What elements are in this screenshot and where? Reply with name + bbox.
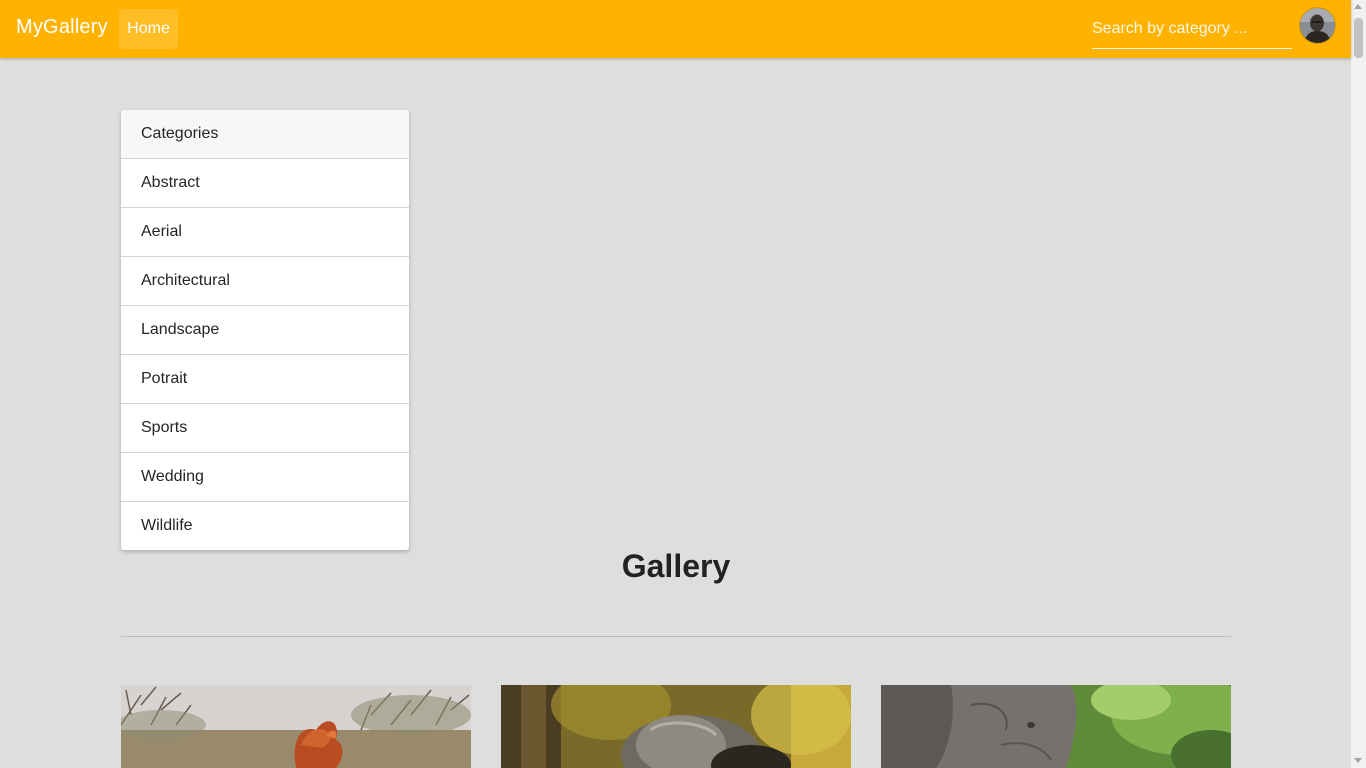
- scroll-down-icon[interactable]: [1354, 758, 1362, 763]
- gallery-photo-2[interactable]: [501, 685, 851, 768]
- elephant-photo-icon: [881, 685, 1231, 768]
- categories-list: Categories Abstract Aerial Architectural…: [121, 110, 409, 550]
- category-item-architectural[interactable]: Architectural: [121, 257, 409, 306]
- category-item-potrait[interactable]: Potrait: [121, 355, 409, 404]
- gallery-photo-1[interactable]: [121, 685, 471, 768]
- category-item-landscape[interactable]: Landscape: [121, 306, 409, 355]
- primate-photo-icon: [501, 685, 851, 768]
- gallery-photo-3[interactable]: [881, 685, 1231, 768]
- category-item-aerial[interactable]: Aerial: [121, 208, 409, 257]
- scroll-up-icon[interactable]: [1354, 4, 1362, 9]
- categories-header: Categories: [121, 110, 409, 159]
- scroll-thumb[interactable]: [1354, 18, 1363, 58]
- top-navbar: MyGallery Home: [0, 0, 1351, 58]
- brand-logo[interactable]: MyGallery: [16, 16, 108, 39]
- search-box: [1092, 12, 1292, 49]
- user-avatar-icon: [1300, 8, 1335, 43]
- category-item-wildlife[interactable]: Wildlife: [121, 502, 409, 550]
- search-input[interactable]: [1092, 12, 1292, 46]
- category-item-abstract[interactable]: Abstract: [121, 159, 409, 208]
- savanna-dust-photo-icon: [121, 685, 471, 768]
- avatar[interactable]: [1300, 8, 1335, 43]
- page-scrollbar[interactable]: [1351, 0, 1366, 768]
- category-item-sports[interactable]: Sports: [121, 404, 409, 453]
- gallery-divider: [121, 636, 1231, 637]
- gallery-title: Gallery: [621, 548, 731, 584]
- category-item-wedding[interactable]: Wedding: [121, 453, 409, 502]
- nav-home-link[interactable]: Home: [119, 9, 178, 49]
